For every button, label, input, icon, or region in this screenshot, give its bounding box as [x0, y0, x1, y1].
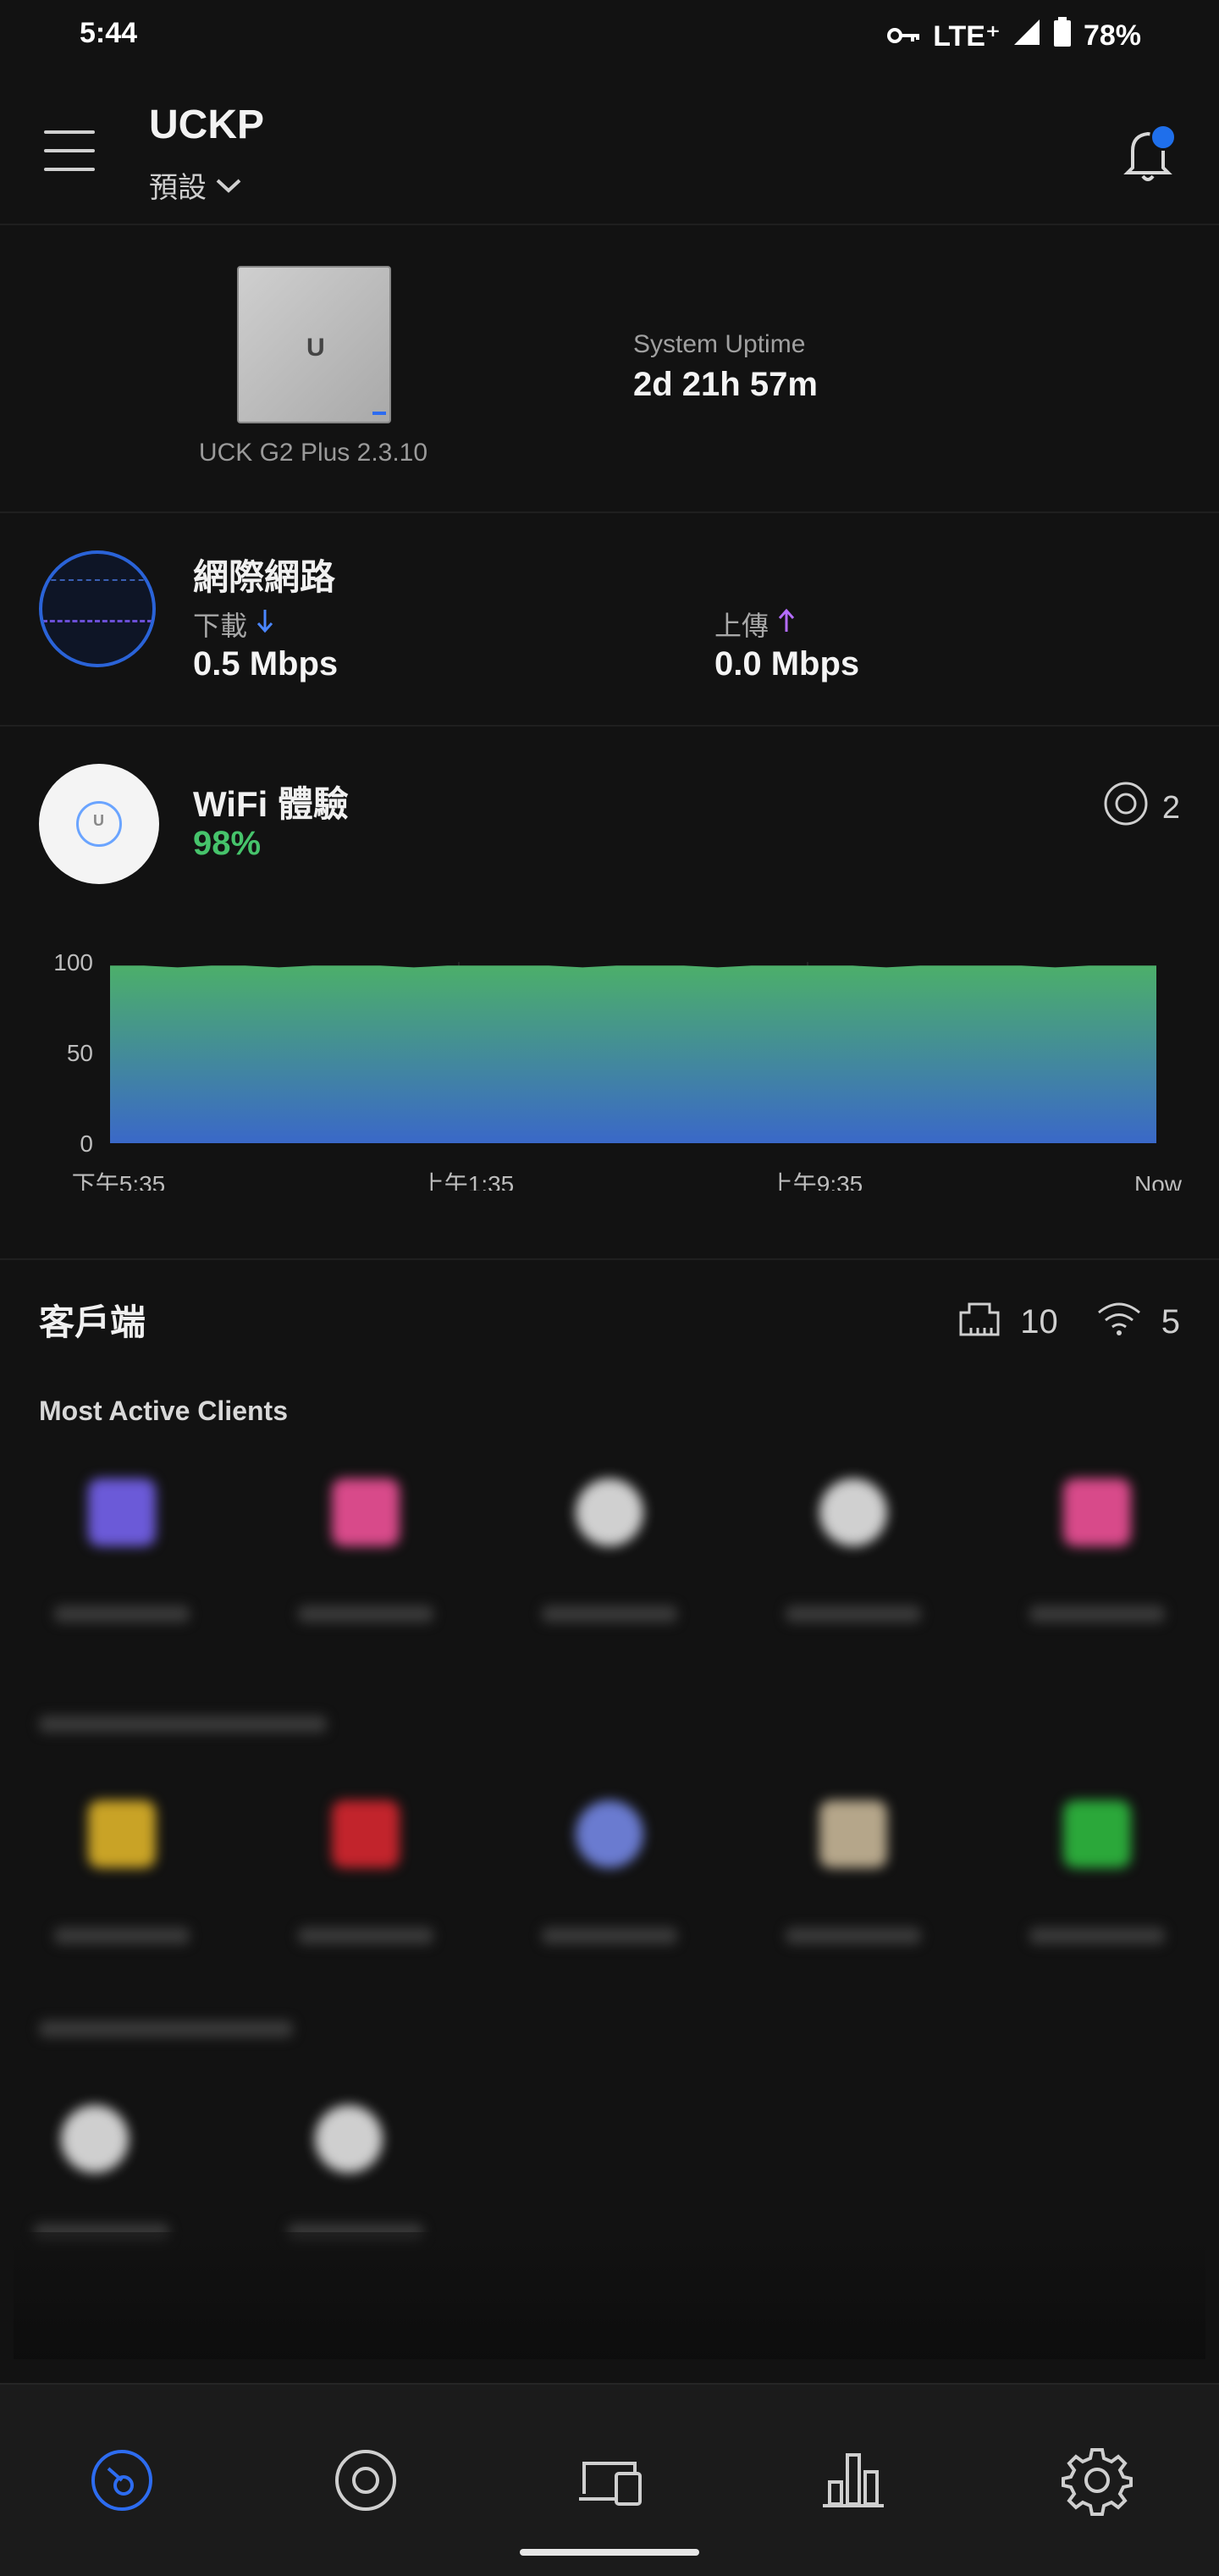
- obscured-text: [786, 1927, 921, 1944]
- signal-icon: [1012, 18, 1041, 54]
- wifi-icon: [1095, 1299, 1143, 1345]
- vpn-key-icon: [887, 19, 921, 53]
- bottom-navigation: [0, 2383, 1219, 2576]
- most-active-clients-row: [0, 1479, 1219, 1546]
- nav-dashboard-icon[interactable]: [80, 2438, 164, 2523]
- app-icon: [819, 1800, 887, 1868]
- clients-counts: 10 5: [957, 1297, 1180, 1346]
- status-icons: LTE⁺ 78%: [887, 17, 1141, 55]
- chevron-down-icon: [215, 169, 242, 202]
- device-led: [372, 412, 386, 415]
- download-speed: 0.5 Mbps: [193, 645, 339, 683]
- status-time: 5:44: [80, 17, 138, 49]
- obscured-text: [786, 1606, 921, 1622]
- upload-label: 上傳: [714, 605, 796, 644]
- nav-devices-icon[interactable]: [323, 2438, 408, 2523]
- upload-speed: 0.0 Mbps: [714, 645, 860, 683]
- app-icon: [88, 1800, 156, 1868]
- access-point-small-icon: [1103, 781, 1149, 835]
- menu-icon[interactable]: [44, 130, 95, 173]
- ubiquiti-logo: U: [306, 334, 325, 362]
- battery-percent: 78%: [1083, 19, 1141, 52]
- x-tick-label: 上午9:35: [769, 1171, 863, 1191]
- app-header: UCKP 預設: [0, 71, 1219, 225]
- site-selector[interactable]: 預設: [149, 164, 242, 206]
- client-avatar: [819, 1479, 887, 1546]
- obscured-text: [542, 1606, 677, 1622]
- ap-logo: U: [93, 812, 104, 829]
- uptime-label: System Uptime: [633, 330, 806, 358]
- fade-overlay: [14, 2232, 1205, 2359]
- controller-title: UCKP: [149, 102, 265, 147]
- wifi-title: WiFi 體驗: [193, 784, 349, 824]
- arrow-up-icon: [777, 608, 796, 640]
- notification-badge: [1150, 124, 1177, 151]
- access-point-icon: U: [39, 764, 159, 884]
- clients-title: 客戶端: [39, 1302, 146, 1342]
- nav-statistics-icon[interactable]: [811, 2438, 896, 2523]
- client-text-row: [0, 1606, 1219, 1622]
- battery-icon: [1053, 17, 1072, 55]
- network-type: LTE⁺: [933, 19, 1001, 53]
- status-bar: 5:44 LTE⁺ 78%: [0, 0, 1219, 71]
- wifi-experience-card[interactable]: U WiFi 體驗 98% 2 100 50 0 下午5:35 上午1:35 上午9:3…: [0, 725, 1219, 1260]
- wifi-score: 98%: [193, 825, 262, 862]
- obscured-text: [1029, 1606, 1165, 1622]
- obscured-text: [298, 1927, 433, 1944]
- obscured-heading: [0, 1716, 1219, 1733]
- internet-title: 網際網路: [193, 557, 336, 597]
- ethernet-icon: [957, 1297, 1001, 1346]
- obscured-text: [298, 1606, 433, 1622]
- most-active-clients-label: Most Active Clients: [39, 1396, 288, 1426]
- y-tick-label: 0: [80, 1130, 93, 1157]
- ap-count[interactable]: 2: [1103, 781, 1180, 835]
- y-tick-label: 100: [53, 949, 93, 976]
- obscured-text: [54, 1927, 190, 1944]
- obscured-text: [39, 1716, 327, 1733]
- obscured-text: [542, 1927, 677, 1944]
- internet-card[interactable]: 網際網路 下載 0.5 Mbps 上傳 0.0 Mbps: [0, 511, 1219, 727]
- client-avatar: [332, 1479, 400, 1546]
- globe-icon: [39, 550, 156, 667]
- ap-avatar: [61, 2105, 129, 2173]
- arrow-down-icon: [256, 608, 274, 640]
- x-tick-label: Now: [1134, 1171, 1183, 1191]
- wireless-client-count: 5: [1161, 1302, 1180, 1341]
- uptime-value: 2d 21h 57m: [633, 366, 818, 403]
- site-name: 預設: [149, 172, 207, 204]
- app-icon: [332, 1800, 400, 1868]
- upload-label-text: 上傳: [714, 611, 769, 641]
- obscured-text: [39, 2020, 293, 2037]
- obscured-text: [54, 1606, 190, 1622]
- most-active-aps-row: [0, 2105, 1219, 2173]
- x-tick-label: 上午1:35: [421, 1171, 515, 1191]
- device-image: U: [237, 266, 391, 423]
- obscured-text: [1029, 1927, 1165, 1944]
- wifi-experience-area: [110, 965, 1156, 1143]
- device-card[interactable]: U UCK G2 Plus 2.3.10 System Uptime 2d 21…: [0, 224, 1219, 513]
- app-text-row: [0, 1927, 1219, 1944]
- app-icon: [576, 1800, 643, 1868]
- client-avatar: [576, 1479, 643, 1546]
- clients-section[interactable]: 客戶端 10 5 Most Active Clients: [0, 1258, 1219, 2385]
- nav-settings-gear-icon[interactable]: [1055, 2438, 1139, 2523]
- client-avatar: [88, 1479, 156, 1546]
- obscured-heading: [0, 2020, 1219, 2037]
- client-avatar: [1063, 1479, 1131, 1546]
- ap-count-value: 2: [1161, 789, 1180, 826]
- y-tick-label: 50: [67, 1040, 93, 1066]
- download-label: 下載: [193, 605, 274, 644]
- nav-clients-icon[interactable]: [567, 2438, 652, 2523]
- wired-client-count: 10: [1020, 1302, 1058, 1341]
- wifi-experience-chart: 100 50 0 下午5:35 上午1:35 上午9:35 Now: [53, 949, 1183, 1191]
- ap-avatar: [315, 2105, 383, 2173]
- device-name: UCK G2 Plus 2.3.10: [198, 439, 428, 467]
- home-indicator[interactable]: [520, 2549, 699, 2556]
- download-label-text: 下載: [193, 611, 248, 641]
- app-icon: [1063, 1800, 1131, 1868]
- x-tick-label: 下午5:35: [72, 1171, 166, 1191]
- most-active-apps-row: [0, 1800, 1219, 1868]
